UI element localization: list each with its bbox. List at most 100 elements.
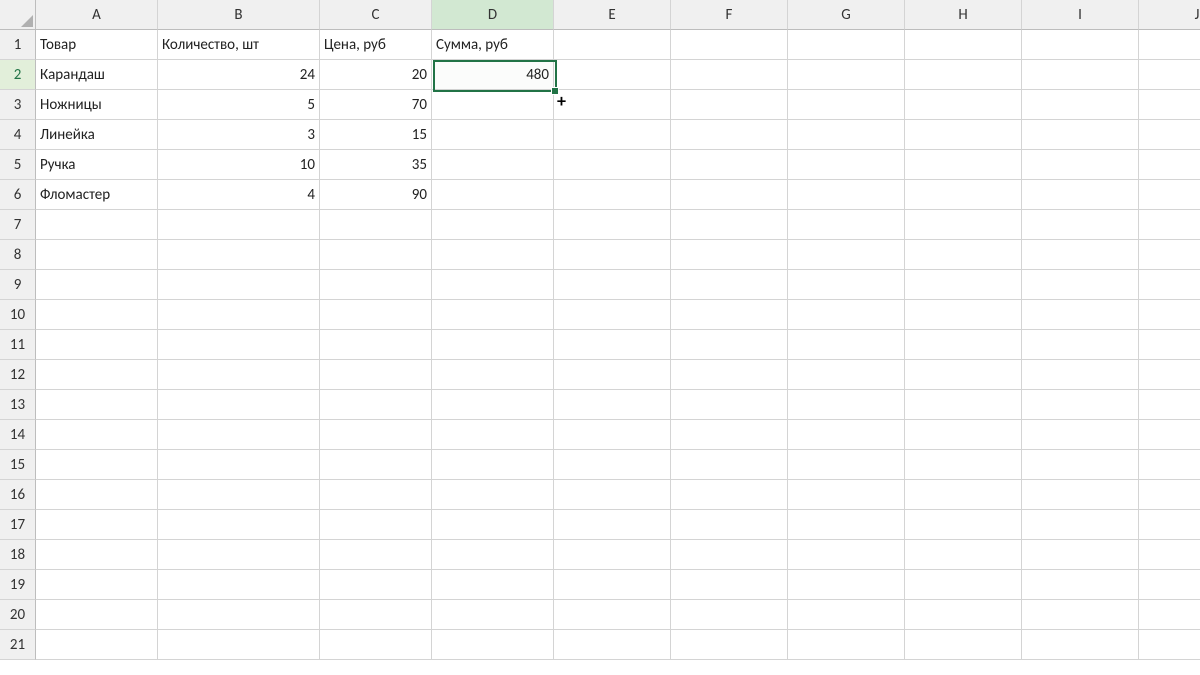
- cell-C20[interactable]: [320, 600, 432, 630]
- cell-J3[interactable]: [1139, 90, 1200, 120]
- cell-J4[interactable]: [1139, 120, 1200, 150]
- cell-H1[interactable]: [905, 30, 1022, 60]
- cell-C5[interactable]: 35: [320, 150, 432, 180]
- cell-J14[interactable]: [1139, 420, 1200, 450]
- cell-B17[interactable]: [158, 510, 320, 540]
- cell-H13[interactable]: [905, 390, 1022, 420]
- row-header-7[interactable]: 7: [0, 210, 36, 240]
- cell-C18[interactable]: [320, 540, 432, 570]
- row-header-4[interactable]: 4: [0, 120, 36, 150]
- cell-E19[interactable]: [554, 570, 671, 600]
- cell-A2[interactable]: Карандаш: [36, 60, 158, 90]
- cell-C11[interactable]: [320, 330, 432, 360]
- row-header-2[interactable]: 2: [0, 60, 36, 90]
- cell-C1[interactable]: Цена, руб: [320, 30, 432, 60]
- cell-D13[interactable]: [432, 390, 554, 420]
- cell-E8[interactable]: [554, 240, 671, 270]
- cell-A10[interactable]: [36, 300, 158, 330]
- cell-C19[interactable]: [320, 570, 432, 600]
- cell-G21[interactable]: [788, 630, 905, 660]
- cell-C21[interactable]: [320, 630, 432, 660]
- cell-I21[interactable]: [1022, 630, 1139, 660]
- cell-E15[interactable]: [554, 450, 671, 480]
- cell-I14[interactable]: [1022, 420, 1139, 450]
- cell-G15[interactable]: [788, 450, 905, 480]
- cell-D14[interactable]: [432, 420, 554, 450]
- cell-A12[interactable]: [36, 360, 158, 390]
- cell-G10[interactable]: [788, 300, 905, 330]
- cell-D18[interactable]: [432, 540, 554, 570]
- cell-F21[interactable]: [671, 630, 788, 660]
- cell-D21[interactable]: [432, 630, 554, 660]
- cell-D19[interactable]: [432, 570, 554, 600]
- cell-F5[interactable]: [671, 150, 788, 180]
- cell-B3[interactable]: 5: [158, 90, 320, 120]
- cell-H10[interactable]: [905, 300, 1022, 330]
- cell-G18[interactable]: [788, 540, 905, 570]
- cell-H21[interactable]: [905, 630, 1022, 660]
- cell-I2[interactable]: [1022, 60, 1139, 90]
- cell-G2[interactable]: [788, 60, 905, 90]
- cell-H8[interactable]: [905, 240, 1022, 270]
- cell-B12[interactable]: [158, 360, 320, 390]
- row-header-1[interactable]: 1: [0, 30, 36, 60]
- cell-E7[interactable]: [554, 210, 671, 240]
- cell-D11[interactable]: [432, 330, 554, 360]
- cell-B11[interactable]: [158, 330, 320, 360]
- cell-D5[interactable]: [432, 150, 554, 180]
- cell-A4[interactable]: Линейка: [36, 120, 158, 150]
- cell-B20[interactable]: [158, 600, 320, 630]
- cell-I18[interactable]: [1022, 540, 1139, 570]
- cell-C16[interactable]: [320, 480, 432, 510]
- cell-E12[interactable]: [554, 360, 671, 390]
- cell-J2[interactable]: [1139, 60, 1200, 90]
- cell-E9[interactable]: [554, 270, 671, 300]
- cell-B13[interactable]: [158, 390, 320, 420]
- cell-H4[interactable]: [905, 120, 1022, 150]
- cell-E1[interactable]: [554, 30, 671, 60]
- cell-A16[interactable]: [36, 480, 158, 510]
- cell-B9[interactable]: [158, 270, 320, 300]
- cell-D1[interactable]: Сумма, руб: [432, 30, 554, 60]
- cell-D15[interactable]: [432, 450, 554, 480]
- cell-E13[interactable]: [554, 390, 671, 420]
- cell-J21[interactable]: [1139, 630, 1200, 660]
- cell-G14[interactable]: [788, 420, 905, 450]
- cell-G16[interactable]: [788, 480, 905, 510]
- cell-C17[interactable]: [320, 510, 432, 540]
- cell-C9[interactable]: [320, 270, 432, 300]
- cell-F17[interactable]: [671, 510, 788, 540]
- cell-I9[interactable]: [1022, 270, 1139, 300]
- spreadsheet-grid[interactable]: ABCDEFGHIJ1ТоварКоличество, штЦена, рубС…: [0, 0, 1200, 660]
- cell-B18[interactable]: [158, 540, 320, 570]
- cell-G11[interactable]: [788, 330, 905, 360]
- cell-I16[interactable]: [1022, 480, 1139, 510]
- cell-G7[interactable]: [788, 210, 905, 240]
- cell-A21[interactable]: [36, 630, 158, 660]
- cell-A15[interactable]: [36, 450, 158, 480]
- cell-G17[interactable]: [788, 510, 905, 540]
- col-header-H[interactable]: H: [905, 0, 1022, 30]
- row-header-8[interactable]: 8: [0, 240, 36, 270]
- cell-E11[interactable]: [554, 330, 671, 360]
- cell-D2[interactable]: 480: [432, 60, 554, 90]
- cell-F14[interactable]: [671, 420, 788, 450]
- cell-G13[interactable]: [788, 390, 905, 420]
- cell-H2[interactable]: [905, 60, 1022, 90]
- cell-H20[interactable]: [905, 600, 1022, 630]
- cell-B16[interactable]: [158, 480, 320, 510]
- row-header-20[interactable]: 20: [0, 600, 36, 630]
- cell-D9[interactable]: [432, 270, 554, 300]
- cell-G12[interactable]: [788, 360, 905, 390]
- cell-B14[interactable]: [158, 420, 320, 450]
- col-header-G[interactable]: G: [788, 0, 905, 30]
- cell-G3[interactable]: [788, 90, 905, 120]
- cell-G19[interactable]: [788, 570, 905, 600]
- cell-I13[interactable]: [1022, 390, 1139, 420]
- cell-D10[interactable]: [432, 300, 554, 330]
- cell-H3[interactable]: [905, 90, 1022, 120]
- cell-A19[interactable]: [36, 570, 158, 600]
- cell-D7[interactable]: [432, 210, 554, 240]
- cell-A5[interactable]: Ручка: [36, 150, 158, 180]
- cell-G1[interactable]: [788, 30, 905, 60]
